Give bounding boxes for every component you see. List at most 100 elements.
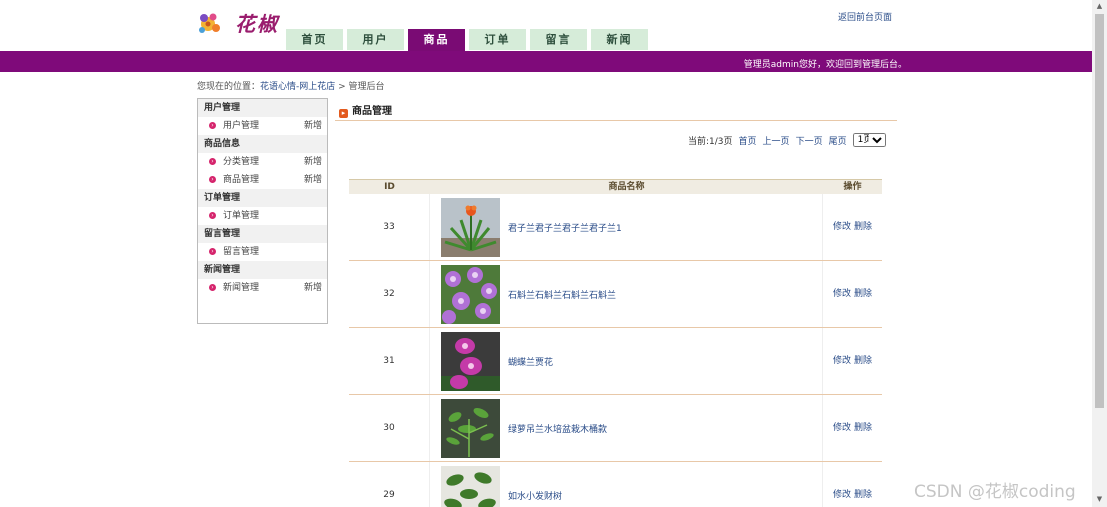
sidebar-item-label[interactable]: 分类管理 bbox=[223, 157, 259, 167]
page-select[interactable]: 1页 bbox=[852, 133, 886, 147]
cell-name: 石斛兰石斛兰石斛兰石斛兰 bbox=[430, 261, 823, 327]
sidebar-item-label[interactable]: 留言管理 bbox=[223, 247, 259, 257]
table-header: ID 商品名称 操作 bbox=[349, 179, 882, 194]
header: 花椒 首页 用户 商品 订单 留言 新闻 返回前台页面 bbox=[0, 0, 1092, 52]
nav-tab-3[interactable]: 订单 bbox=[469, 29, 526, 50]
bullet-icon: › bbox=[209, 284, 216, 291]
edit-link[interactable]: 修改 bbox=[833, 289, 851, 299]
table-row: 30 绿萝吊兰水培盆栽木桶款 修改 删除 bbox=[349, 395, 882, 462]
cell-id: 30 bbox=[349, 395, 430, 461]
edit-link[interactable]: 修改 bbox=[833, 222, 851, 232]
product-thumbnail[interactable] bbox=[441, 331, 500, 391]
cell-operations: 修改 删除 bbox=[823, 261, 882, 327]
back-to-front-link[interactable]: 返回前台页面 bbox=[838, 10, 892, 23]
cell-name: 绿萝吊兰水培盆栽木桶款 bbox=[430, 395, 823, 461]
cell-operations: 修改 删除 bbox=[823, 462, 882, 507]
sidebar-item[interactable]: › 留言管理 bbox=[198, 243, 327, 261]
cell-name: 君子兰君子兰君子兰君子兰1 bbox=[430, 194, 823, 260]
scroll-down-icon[interactable]: ▼ bbox=[1095, 495, 1104, 505]
breadcrumb-home-link[interactable]: 花语心情-网上花店 bbox=[260, 82, 335, 92]
cell-operations: 修改 删除 bbox=[823, 328, 882, 394]
cell-operations: 修改 删除 bbox=[823, 395, 882, 461]
sidebar-item[interactable]: › 新闻管理 新增 bbox=[198, 279, 327, 297]
table-body: 33 君子兰君子兰君子兰君子兰1 修改 删除 32 石斛兰石斛兰石斛兰石斛兰 修改 删除 3… bbox=[349, 194, 882, 507]
product-table: ID 商品名称 操作 33 君子兰君子兰君子兰君子兰1 修改 删除 32 石斛兰石斛兰石… bbox=[349, 179, 882, 507]
sidebar-item-label[interactable]: 用户管理 bbox=[223, 121, 259, 131]
nav-tab-4[interactable]: 留言 bbox=[530, 29, 587, 50]
sidebar-item[interactable]: › 用户管理 新增 bbox=[198, 117, 327, 135]
nav-tab-0[interactable]: 首页 bbox=[286, 29, 343, 50]
scroll-up-icon[interactable]: ▲ bbox=[1095, 2, 1104, 12]
product-thumbnail[interactable] bbox=[441, 197, 500, 257]
bullet-icon: › bbox=[209, 248, 216, 255]
pager-prev-link[interactable]: 上一页 bbox=[763, 134, 790, 147]
sidebar-group-title: 新闻管理 bbox=[198, 261, 327, 279]
content-title-text: 商品管理 bbox=[352, 106, 392, 117]
delete-link[interactable]: 删除 bbox=[854, 289, 872, 299]
sidebar-add-link[interactable]: 新增 bbox=[304, 279, 322, 297]
sidebar-item-label[interactable]: 新闻管理 bbox=[223, 283, 259, 293]
sidebar-add-link[interactable]: 新增 bbox=[304, 117, 322, 135]
breadcrumb-prefix: 您现在的位置： bbox=[197, 82, 261, 92]
table-row: 32 石斛兰石斛兰石斛兰石斛兰 修改 删除 bbox=[349, 261, 882, 328]
sidebar-add-link[interactable]: 新增 bbox=[304, 171, 322, 189]
edit-link[interactable]: 修改 bbox=[833, 356, 851, 366]
header-name: 商品名称 bbox=[608, 182, 645, 192]
header-operation: 操作 bbox=[843, 182, 862, 192]
product-name-link[interactable]: 绿萝吊兰水培盆栽木桶款 bbox=[508, 422, 607, 435]
breadcrumb: 您现在的位置：花语心情-网上花店 > 管理后台 bbox=[197, 79, 385, 92]
pager-first-link[interactable]: 首页 bbox=[739, 134, 757, 147]
product-thumbnail[interactable] bbox=[441, 264, 500, 324]
pager-next-link[interactable]: 下一页 bbox=[796, 134, 823, 147]
product-thumbnail[interactable] bbox=[441, 465, 500, 507]
table-row: 33 君子兰君子兰君子兰君子兰1 修改 删除 bbox=[349, 194, 882, 261]
watermark: CSDN @花椒coding bbox=[914, 482, 1076, 502]
nav-tab-5[interactable]: 新闻 bbox=[591, 29, 648, 50]
product-thumbnail[interactable] bbox=[441, 398, 500, 458]
delete-link[interactable]: 删除 bbox=[854, 490, 872, 500]
logo-text: 花椒 bbox=[235, 12, 279, 36]
delete-link[interactable]: 删除 bbox=[854, 222, 872, 232]
title-divider bbox=[335, 120, 897, 121]
sidebar-item-label[interactable]: 订单管理 bbox=[223, 211, 259, 221]
vertical-scrollbar[interactable]: ▲ ▼ bbox=[1092, 0, 1107, 507]
page: 花椒 首页 用户 商品 订单 留言 新闻 返回前台页面 管理员admin您好，欢迎回到管理… bbox=[0, 0, 1107, 507]
welcome-bar bbox=[0, 51, 1092, 72]
sidebar-group-title: 订单管理 bbox=[198, 189, 327, 207]
delete-link[interactable]: 删除 bbox=[854, 356, 872, 366]
bullet-icon: › bbox=[209, 212, 216, 219]
sidebar-item[interactable]: › 订单管理 bbox=[198, 207, 327, 225]
sidebar-group-title: 用户管理 bbox=[198, 99, 327, 117]
sidebar-item[interactable]: › 分类管理 新增 bbox=[198, 153, 327, 171]
product-name-link[interactable]: 君子兰君子兰君子兰君子兰1 bbox=[508, 221, 622, 234]
welcome-text: 管理员admin您好，欢迎回到管理后台。 bbox=[743, 60, 907, 70]
table-row: 31 蝴蝶兰贾花 修改 删除 bbox=[349, 328, 882, 395]
bullet-icon: › bbox=[209, 158, 216, 165]
cell-id: 29 bbox=[349, 462, 430, 507]
cell-operations: 修改 删除 bbox=[823, 194, 882, 260]
admin-sidebar: 用户管理 › 用户管理 新增 商品信息 › 分类管理 新增 › 商品管理 新增 订单管理 › 订单管理 留言… bbox=[197, 98, 328, 324]
main-nav: 首页 用户 商品 订单 留言 新闻 bbox=[286, 29, 648, 52]
sidebar-add-link[interactable]: 新增 bbox=[304, 153, 322, 171]
scroll-thumb[interactable] bbox=[1095, 14, 1104, 408]
pager-current: 当前:1/3页 bbox=[688, 136, 733, 147]
cell-name: 蝴蝶兰贾花 bbox=[430, 328, 823, 394]
bullet-icon: › bbox=[209, 176, 216, 183]
bullet-icon: › bbox=[209, 122, 216, 129]
sidebar-item-label[interactable]: 商品管理 bbox=[223, 175, 259, 185]
nav-tab-1[interactable]: 用户 bbox=[347, 29, 404, 50]
nav-tab-2[interactable]: 商品 bbox=[408, 29, 465, 52]
sidebar-group-title: 留言管理 bbox=[198, 225, 327, 243]
cell-name: 如水小发财树 bbox=[430, 462, 823, 507]
pager-last-link[interactable]: 尾页 bbox=[829, 134, 847, 147]
product-name-link[interactable]: 石斛兰石斛兰石斛兰石斛兰 bbox=[508, 288, 616, 301]
delete-link[interactable]: 删除 bbox=[854, 423, 872, 433]
edit-link[interactable]: 修改 bbox=[833, 423, 851, 433]
product-name-link[interactable]: 如水小发财树 bbox=[508, 489, 562, 502]
content-title: ▸ 商品管理 bbox=[339, 102, 392, 118]
sidebar-item[interactable]: › 商品管理 新增 bbox=[198, 171, 327, 189]
product-name-link[interactable]: 蝴蝶兰贾花 bbox=[508, 355, 553, 368]
cell-id: 32 bbox=[349, 261, 430, 327]
edit-link[interactable]: 修改 bbox=[833, 490, 851, 500]
header-id: ID bbox=[384, 182, 395, 192]
